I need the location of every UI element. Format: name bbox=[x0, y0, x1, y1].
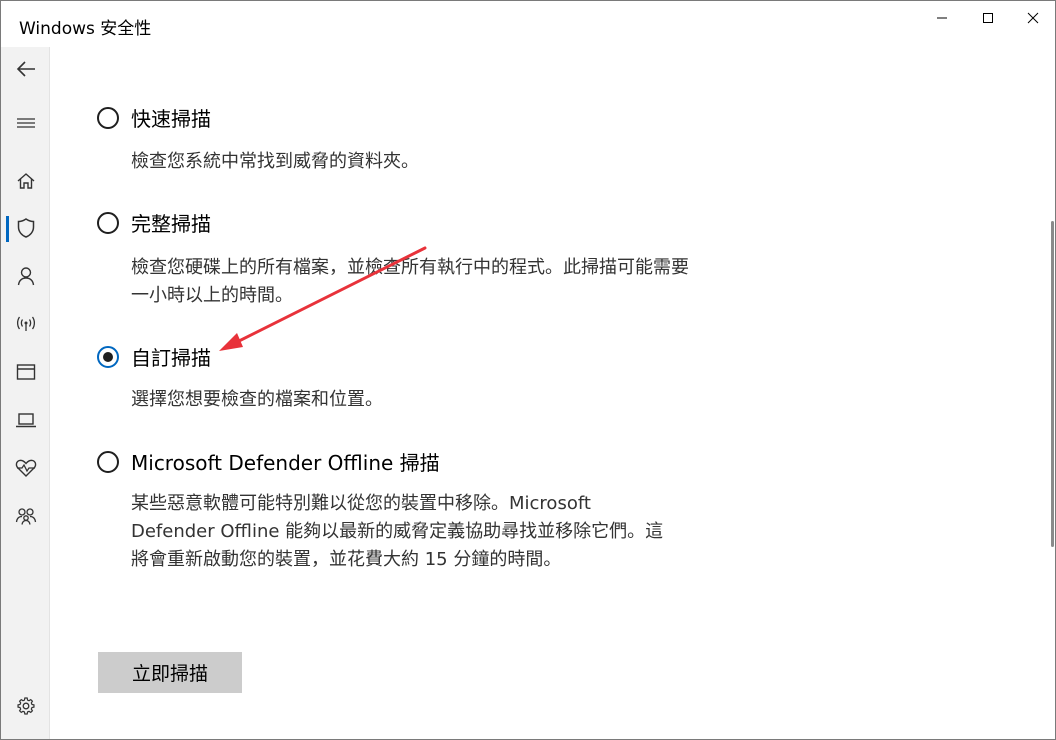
maximize-button[interactable] bbox=[965, 1, 1011, 35]
home-icon bbox=[17, 173, 34, 189]
defender-offline-scan-option[interactable]: Microsoft Defender Offline 掃描 bbox=[97, 447, 440, 476]
minimize-button[interactable] bbox=[919, 1, 965, 35]
nav-device-performance-health[interactable] bbox=[1, 446, 50, 490]
windows-security-window: Windows 安全性 快速掃描 檢查您系統中常找到威脅的資料夾。 完整掃描 檢… bbox=[0, 0, 1056, 740]
nav-virus-threat-protection[interactable] bbox=[1, 206, 50, 250]
full-scan-radio[interactable] bbox=[97, 211, 119, 234]
nav-app-browser-control[interactable] bbox=[1, 350, 50, 394]
browser-window-icon bbox=[16, 364, 35, 380]
person-icon bbox=[17, 267, 34, 286]
custom-scan-description: 選擇您想要檢查的檔案和位置。 bbox=[131, 389, 383, 410]
minimize-icon bbox=[937, 17, 947, 19]
active-indicator bbox=[6, 216, 9, 242]
nav-home[interactable] bbox=[1, 159, 50, 203]
laptop-icon bbox=[15, 413, 36, 428]
scan-options-panel: 快速掃描 檢查您系統中常找到威脅的資料夾。 完整掃描 檢查您硬碟上的所有檔案，並… bbox=[50, 47, 1050, 739]
gear-icon bbox=[16, 697, 35, 715]
nav-firewall-network[interactable] bbox=[1, 302, 50, 346]
back-arrow-icon bbox=[16, 61, 35, 77]
nav-sidebar bbox=[1, 47, 50, 739]
nav-family-options[interactable] bbox=[1, 494, 50, 538]
vertical-scrollbar[interactable] bbox=[1049, 47, 1055, 739]
nav-account-protection[interactable] bbox=[1, 254, 50, 298]
scrollbar-thumb[interactable] bbox=[1051, 221, 1054, 547]
quick-scan-option[interactable]: 快速掃描 bbox=[97, 103, 211, 132]
defender-offline-scan-description: 某些惡意軟體可能特別難以從您的裝置中移除。Microsoft Defender … bbox=[131, 493, 664, 570]
full-scan-label: 完整掃描 bbox=[131, 212, 211, 236]
custom-scan-option[interactable]: 自訂掃描 bbox=[97, 342, 211, 371]
scan-now-button[interactable]: 立即掃描 bbox=[98, 652, 242, 693]
title-bar: Windows 安全性 bbox=[1, 1, 1055, 47]
window-title: Windows 安全性 bbox=[19, 19, 152, 39]
full-scan-description: 檢查您硬碟上的所有檔案，並檢查所有執行中的程式。此掃描可能需要一小時以上的時間。 bbox=[131, 257, 689, 306]
hamburger-menu-icon bbox=[16, 118, 35, 128]
maximize-icon bbox=[983, 13, 993, 23]
menu-button[interactable] bbox=[1, 101, 50, 145]
custom-scan-label: 自訂掃描 bbox=[131, 346, 211, 370]
custom-scan-radio[interactable] bbox=[97, 345, 119, 368]
nav-settings[interactable] bbox=[1, 684, 50, 728]
full-scan-option[interactable]: 完整掃描 bbox=[97, 208, 211, 237]
quick-scan-description: 檢查您系統中常找到威脅的資料夾。 bbox=[131, 151, 419, 172]
back-button[interactable] bbox=[1, 47, 50, 91]
quick-scan-label: 快速掃描 bbox=[131, 107, 211, 131]
defender-offline-scan-label: Microsoft Defender Offline 掃描 bbox=[131, 451, 440, 475]
close-button[interactable] bbox=[1010, 1, 1055, 35]
defender-offline-scan-radio[interactable] bbox=[97, 450, 119, 473]
family-icon bbox=[15, 508, 36, 525]
quick-scan-radio[interactable] bbox=[97, 106, 119, 129]
nav-device-security[interactable] bbox=[1, 398, 50, 442]
close-icon bbox=[1027, 12, 1039, 24]
shield-icon bbox=[17, 218, 34, 238]
heart-pulse-icon bbox=[15, 459, 36, 477]
wifi-antenna-icon bbox=[16, 316, 35, 331]
